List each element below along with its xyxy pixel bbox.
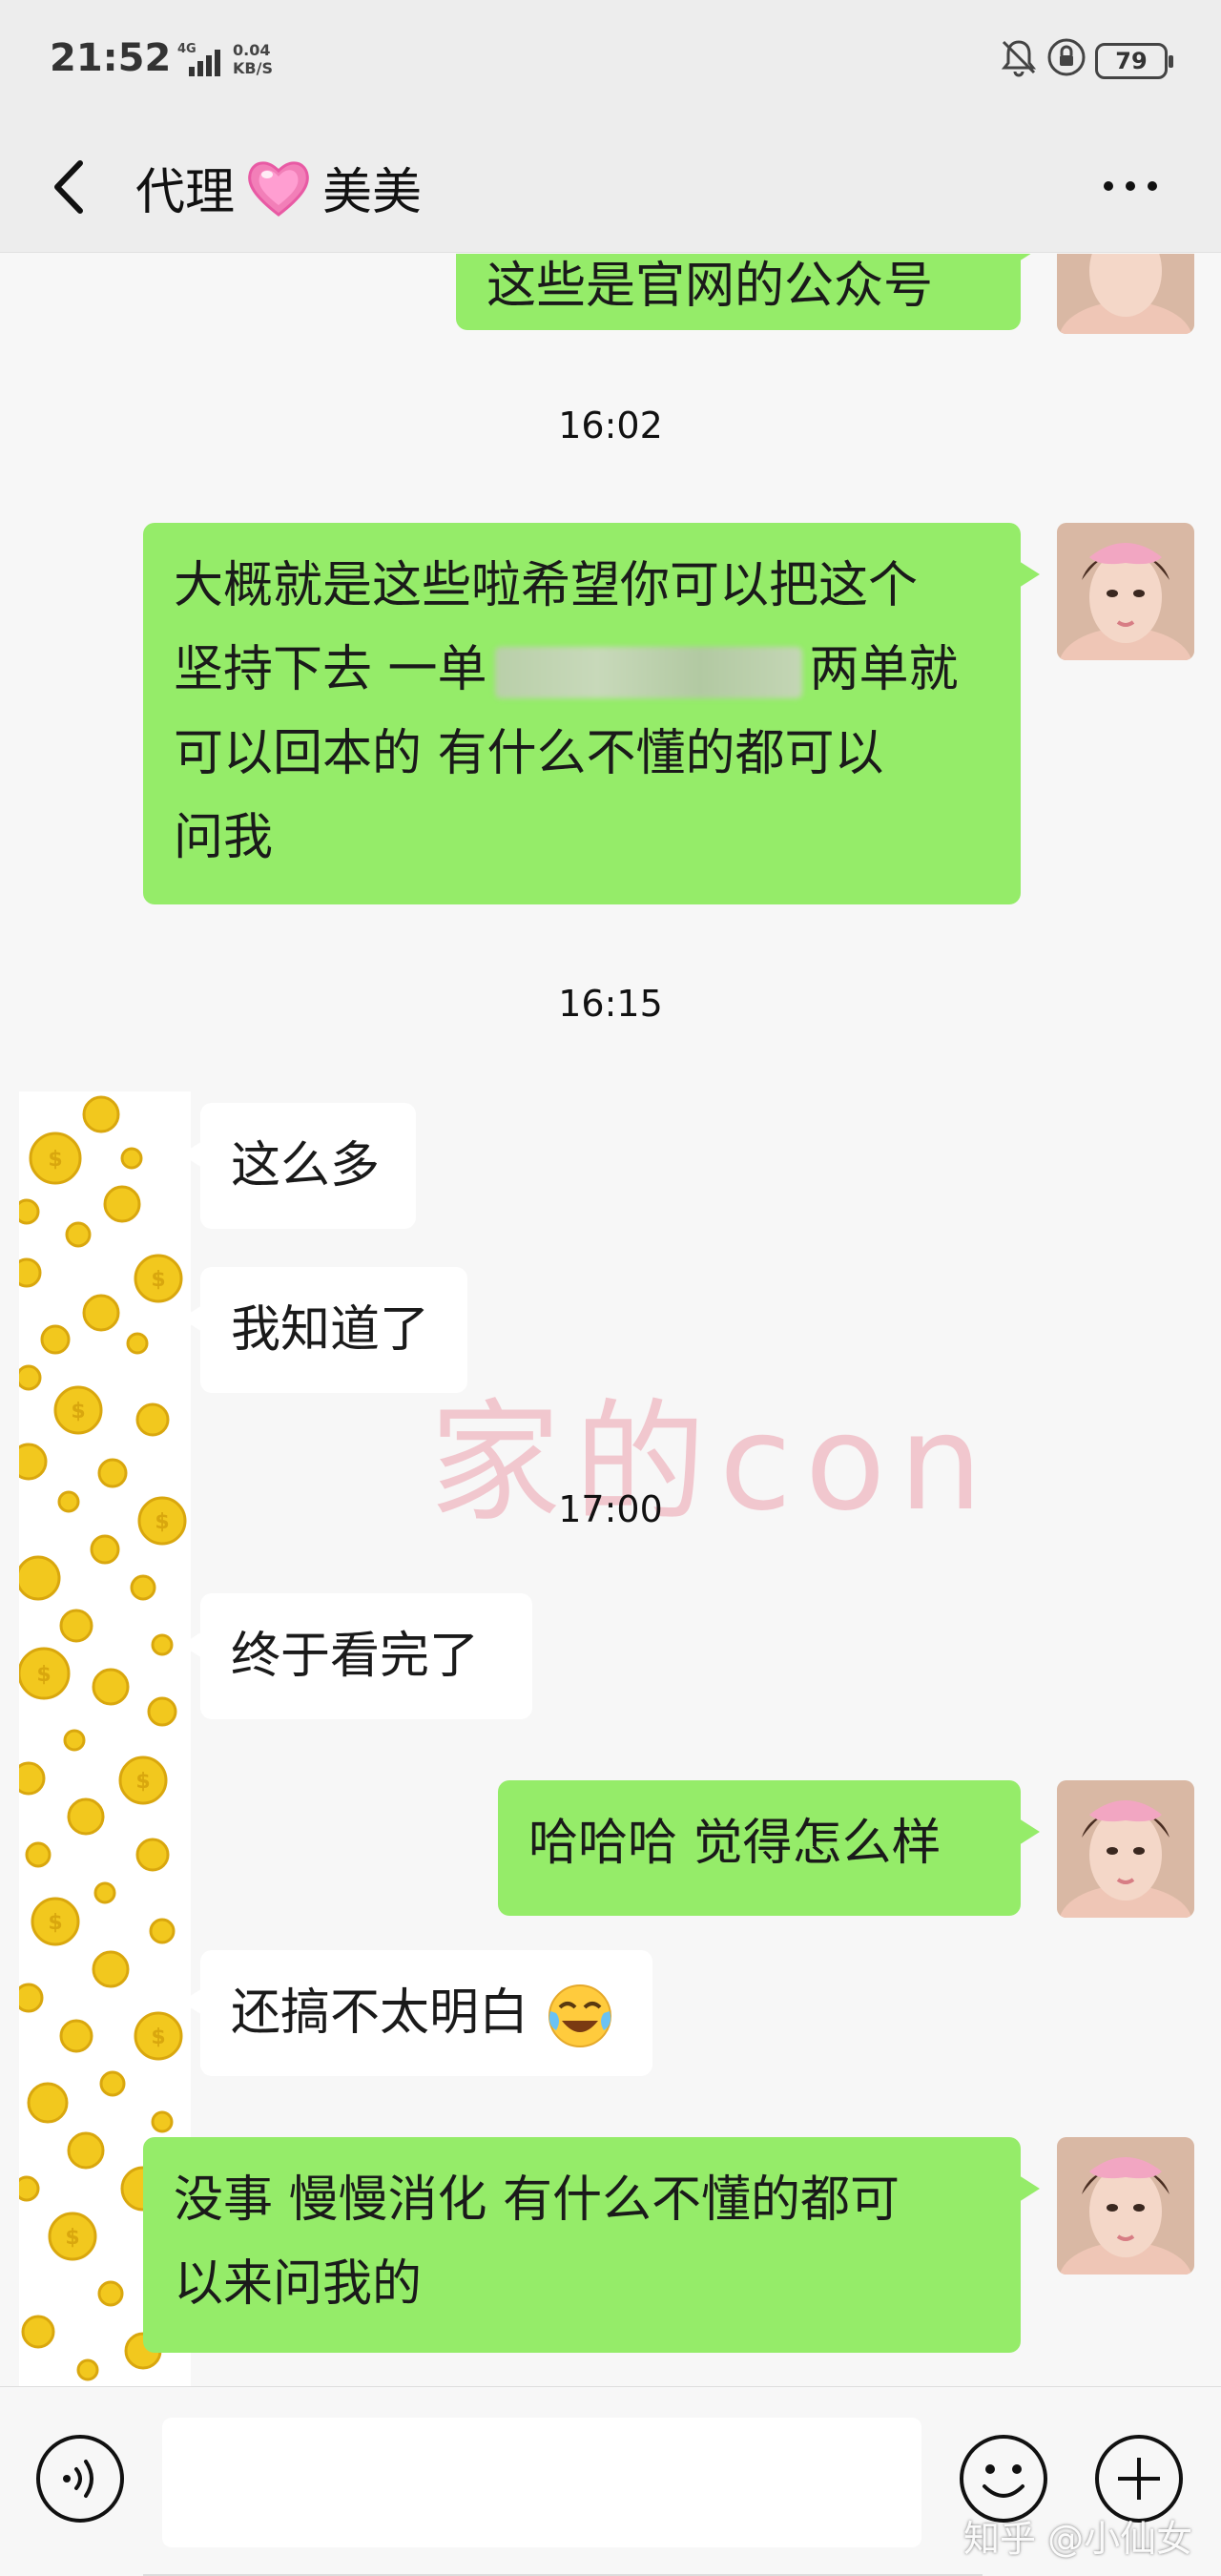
message-bubble-out[interactable]: 哈哈哈 觉得怎么样 xyxy=(498,1780,1040,1916)
input-bar: 知乎 @小仙女 xyxy=(0,2386,1221,2576)
more-icon[interactable] xyxy=(1087,157,1173,215)
status-bar: 21:52 4G 0.04 KB/S 79 xyxy=(0,0,1221,119)
message-text-line: 以来问我的 xyxy=(174,2255,423,2313)
message-text-line: 可以回本的 有什么不懂的都可以 xyxy=(174,725,884,782)
avatar-image xyxy=(1057,523,1194,660)
contact-name-part2: 美美 xyxy=(322,164,423,221)
avatar[interactable] xyxy=(1057,2137,1194,2275)
chat-header: 代理 美美 xyxy=(0,119,1221,253)
message-bubble-in[interactable]: 还搞不太明白 xyxy=(181,1950,652,2076)
source-watermark: 知乎 @小仙女 xyxy=(963,2518,1193,2560)
message-bubble-out[interactable]: 这些是官网的公众号 xyxy=(456,254,1040,330)
avatar-image xyxy=(1057,2137,1194,2275)
message-bubble-out[interactable]: 没事 慢慢消化 有什么不懂的都可 以来问我的 xyxy=(143,2137,1040,2353)
svg-text:$: $ xyxy=(48,1148,62,1172)
svg-text:$: $ xyxy=(48,1911,62,1935)
message-text: 这些是官网的公众号 xyxy=(486,258,934,315)
message-text: 这么多 xyxy=(231,1137,381,1195)
contact-name-part1: 代理 xyxy=(135,164,236,221)
svg-text:$: $ xyxy=(135,1770,150,1794)
message-text-line: 问我 xyxy=(174,809,274,866)
chat-title[interactable]: 代理 美美 xyxy=(135,152,422,223)
chat-area[interactable]: 这些是官网的公众号 16:02 大概就是这些啦希望你可以把这个 坚持下去 一单两… xyxy=(0,254,1221,2386)
timestamp: 16:15 xyxy=(558,983,663,1025)
back-arrow-icon[interactable] xyxy=(34,144,101,230)
svg-text:$: $ xyxy=(36,1663,51,1687)
status-time: 21:52 xyxy=(50,36,172,80)
message-text: 终于看完了 xyxy=(231,1628,480,1685)
battery-icon: 79 xyxy=(1095,43,1173,79)
message-text: 我知道了 xyxy=(231,1301,430,1359)
timestamp: 16:02 xyxy=(558,405,663,447)
network-speed: 0.04 KB/S xyxy=(233,41,273,77)
avatar-image xyxy=(1057,1780,1194,1918)
svg-text:$: $ xyxy=(151,1268,165,1292)
message-text-line: 大概就是这些啦希望你可以把这个 xyxy=(174,557,919,614)
bell-off-icon xyxy=(1001,40,1037,77)
message-text: 还搞不太明白 xyxy=(231,1984,529,2042)
message-bubble-in[interactable]: 我知道了 xyxy=(181,1267,467,1393)
signal-icon: 4G xyxy=(177,42,225,76)
message-text-line: 没事 慢慢消化 有什么不懂的都可 xyxy=(174,2171,900,2229)
message-text: 哈哈哈 觉得怎么样 xyxy=(528,1815,942,1872)
svg-text:$: $ xyxy=(65,2226,79,2250)
message-bubble-out[interactable]: 大概就是这些啦希望你可以把这个 坚持下去 一单 两单就 可以回本的 有什么不懂的都… xyxy=(143,523,1040,904)
avatar[interactable] xyxy=(1057,523,1194,660)
svg-text:$: $ xyxy=(151,2025,165,2049)
message-input[interactable] xyxy=(162,2418,921,2547)
avatar[interactable] xyxy=(1057,1780,1194,1918)
message-bubble-in[interactable]: 这么多 xyxy=(181,1103,416,1229)
lock-rotation-icon xyxy=(1047,38,1086,76)
avatar[interactable] xyxy=(1057,254,1194,334)
message-text-line: 坚持下去 一单 两单就 xyxy=(174,641,959,698)
svg-text:$: $ xyxy=(71,1400,85,1423)
crying-laughing-emoji-icon xyxy=(548,1984,611,2047)
timestamp: 17:00 xyxy=(558,1488,663,1530)
heart-icon xyxy=(248,160,309,217)
voice-icon[interactable] xyxy=(34,2433,126,2524)
message-bubble-in[interactable]: 终于看完了 xyxy=(181,1593,532,1719)
avatar-image xyxy=(1057,254,1194,334)
blurred-price xyxy=(494,647,802,698)
